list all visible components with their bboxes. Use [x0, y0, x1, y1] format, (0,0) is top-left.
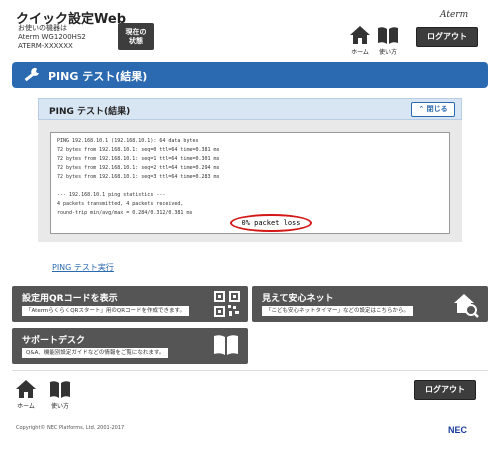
logout-button-bottom[interactable]: ログアウト: [414, 380, 476, 400]
close-button[interactable]: ⌃ 閉じる: [411, 102, 455, 117]
log-line: --- 192.168.10.1 ping statistics ---: [57, 192, 166, 198]
book-icon: [214, 335, 238, 355]
house-search-icon: [454, 294, 479, 318]
log-line: 72 bytes from 192.168.10.1: seq=2 ttl=64…: [57, 165, 220, 171]
support-tile-desc: Q&A、機能別設定ガイドなどの情報をご覧になれます。: [22, 348, 169, 358]
header: クイック設定Web お使いの機器は Aterm WG1200HS2 ATERM-…: [0, 0, 500, 58]
home-icon: [16, 380, 36, 398]
log-line: 72 bytes from 192.168.10.1: seq=1 ttl=64…: [57, 156, 220, 162]
safety-tile-desc: 「こども安心ネットタイマー」などの設定はこちらから。: [262, 306, 414, 316]
footer-guide-button[interactable]: 使い方: [48, 378, 72, 410]
qr-code-icon: [214, 291, 240, 317]
footer-logout-label: ログアウト: [425, 385, 465, 394]
wrench-icon: [24, 67, 39, 82]
current-status-label: 現在の状態: [125, 28, 147, 45]
page-title-bar: PING テスト(結果): [12, 62, 488, 88]
footer-divider: [12, 370, 488, 371]
logout-button-top[interactable]: ログアウト: [416, 27, 478, 47]
home-button[interactable]: ホーム: [348, 24, 372, 56]
footer-home-label: ホーム: [17, 403, 35, 410]
page-title: PING テスト(結果): [48, 70, 148, 83]
nec-logo: NEC: [448, 425, 468, 435]
support-tile-title: サポートデスク: [22, 336, 86, 346]
close-label: 閉じる: [426, 105, 448, 113]
device-model: Aterm WG1200HS2: [18, 33, 86, 41]
log-line: PING 192.168.10.1 (192.168.10.1): 64 dat…: [57, 138, 199, 144]
support-desk-tile[interactable]: サポートデスク Q&A、機能別設定ガイドなどの情報をご覧になれます。: [12, 328, 248, 364]
log-line: 72 bytes from 192.168.10.1: seq=0 ttl=64…: [57, 147, 220, 153]
copyright: Copyright© NEC Platforms, Ltd. 2001-2017: [16, 425, 125, 431]
qr-tile-desc: 「AtermらくらくQRスタート」用のQRコードを作成できます。: [22, 306, 189, 316]
book-icon: [378, 27, 398, 44]
current-status-button[interactable]: 現在の状態: [118, 23, 154, 50]
device-id: ATERM-XXXXXX: [18, 42, 73, 50]
device-info: お使いの機器は Aterm WG1200HS2 ATERM-XXXXXX: [18, 24, 86, 51]
safety-net-tile[interactable]: 見えて安心ネット 「こども安心ネットタイマー」などの設定はこちらから。: [252, 286, 488, 322]
footer-home-button[interactable]: ホーム: [14, 378, 38, 410]
qr-code-tile[interactable]: 設定用QRコードを表示 「AtermらくらくQRスタート」用のQRコードを作成で…: [12, 286, 248, 322]
log-line: 72 bytes from 192.168.10.1: seq=3 ttl=64…: [57, 174, 220, 180]
packet-loss-highlight: 0% packet loss: [230, 214, 312, 232]
safety-tile-title: 見えて安心ネット: [262, 294, 334, 304]
guide-label: 使い方: [378, 49, 397, 56]
device-caption: お使いの機器は: [18, 24, 67, 32]
chevron-up-icon: ⌃: [418, 105, 425, 113]
footer-guide-label: 使い方: [50, 403, 69, 410]
aterm-logo: Aterm: [440, 10, 469, 20]
guide-button[interactable]: 使い方: [376, 24, 400, 56]
home-icon: [350, 26, 370, 44]
panel-header: PING テスト(結果) ⌃ 閉じる: [38, 98, 462, 120]
panel-heading: PING テスト(結果): [49, 107, 131, 117]
ping-test-link[interactable]: PING テスト実行: [52, 262, 114, 273]
log-line: 4 packets transmitted, 4 packets receive…: [57, 201, 184, 207]
qr-tile-title: 設定用QRコードを表示: [22, 294, 118, 304]
logout-label: ログアウト: [427, 32, 467, 41]
book-icon: [50, 381, 70, 398]
